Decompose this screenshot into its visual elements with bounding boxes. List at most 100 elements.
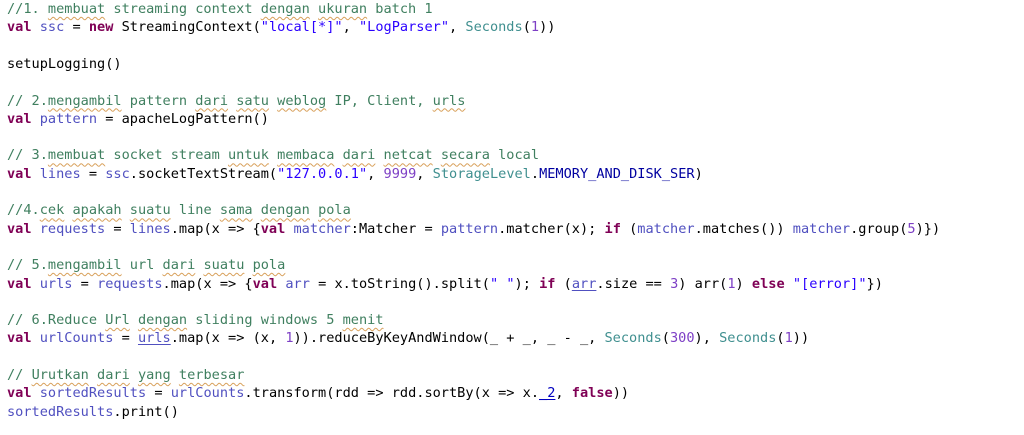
code-token: new [88, 19, 122, 36]
code-token: line [170, 202, 220, 219]
code-token: "LogParser" [358, 19, 450, 36]
code-token: // 5. [7, 257, 48, 274]
code-token: urls [39, 275, 73, 292]
code-token: )) [792, 330, 810, 347]
code-line[interactable]: val lines = ssc.socketTextStream("127.0.… [7, 165, 703, 183]
code-token: MEMORY_AND_DISK_SER [539, 165, 695, 182]
code-token: pola [318, 202, 351, 219]
code-token: val [260, 220, 294, 237]
code-token: urlCounts [39, 330, 114, 347]
code-token: pattern [440, 220, 499, 237]
code-token: ) [694, 165, 703, 182]
code-line[interactable]: // 2.mengambil pattern dari satu weblog … [7, 92, 465, 110]
code-token: mengambil [47, 92, 122, 109]
code-line[interactable]: val ssc = new StreamingContext("local[*]… [7, 18, 555, 36]
code-token: val [7, 165, 40, 182]
code-line[interactable]: // 5.mengambil url dari suatu pola [7, 256, 285, 274]
code-token: )}) [915, 220, 941, 237]
code-line[interactable]: val sortedResults = urlCounts.transform(… [7, 384, 629, 402]
code-token: pattern [121, 92, 196, 109]
code-line[interactable]: //4.cek apakah suatu line sama dengan po… [7, 201, 351, 219]
code-token: dengan [137, 312, 188, 329]
code-line[interactable]: // 6.Reduce Url dengan sliding windows 5… [7, 311, 384, 329]
code-token: val [7, 275, 40, 292]
code-token: dari [162, 257, 196, 274]
code-token: terbesar [178, 367, 245, 383]
code-token: .map(x => { [162, 275, 253, 292]
code-token: val [7, 19, 40, 36]
code-token: arr [285, 275, 310, 292]
code-token: dengan [260, 1, 310, 17]
code-token: sortedResults [39, 385, 147, 402]
code-line[interactable]: //1. membuat streaming context dengan uk… [7, 0, 433, 18]
code-token: cek [39, 202, 65, 219]
code-token: batch 1 [367, 1, 433, 17]
code-token: _2 [539, 385, 556, 402]
code-token: if [604, 220, 630, 237]
code-token: = [72, 275, 98, 292]
code-token: Seconds [604, 330, 662, 347]
code-token: Urutkan [31, 367, 89, 383]
code-token: 1 [784, 330, 793, 347]
code-token: }) [866, 275, 883, 292]
code-token: ( [563, 275, 572, 292]
code-token: , [342, 19, 359, 36]
code-token: arr [571, 275, 597, 292]
code-line[interactable]: sortedResults.print() [7, 403, 179, 421]
code-token: , [367, 165, 384, 182]
code-token: val [7, 110, 40, 127]
code-token: Seconds [719, 330, 777, 347]
code-token: dari [342, 147, 376, 164]
code-editor[interactable]: //1. membuat streaming context dengan uk… [0, 0, 1024, 435]
code-token: else [751, 275, 793, 292]
code-token: Seconds [465, 19, 523, 36]
code-token: //4. [7, 202, 40, 219]
code-token: .print() [113, 403, 179, 420]
code-token: mengambil [47, 257, 122, 274]
code-line[interactable]: val urlCounts = urls.map(x => (x, 1)).re… [7, 329, 809, 347]
code-token: if [539, 275, 564, 292]
code-token: secara [440, 147, 490, 164]
code-token: requests [39, 220, 106, 237]
code-token: ssc [105, 165, 130, 182]
code-token: netcat [383, 147, 433, 164]
code-token: )) [539, 19, 556, 36]
code-token: , [555, 385, 572, 402]
code-token: matcher [293, 220, 351, 237]
code-line[interactable]: setupLogging() [7, 55, 122, 73]
code-token: val [7, 330, 40, 347]
code-token: weblog [277, 92, 327, 109]
code-line[interactable]: val requests = lines.map(x => {val match… [7, 220, 940, 238]
code-token: sliding windows 5 [187, 312, 343, 329]
code-token: ) [735, 275, 752, 292]
code-token: socket stream [105, 147, 228, 164]
code-token: .transform(rdd => rdd.sortBy(x => x. [244, 385, 540, 402]
code-token: " " [489, 275, 515, 292]
code-line[interactable]: // 3.membuat socket stream untuk membaca… [7, 146, 539, 164]
code-token: 1 [285, 330, 294, 347]
code-token: Url [105, 312, 130, 329]
code-token: , [416, 165, 433, 182]
code-line[interactable]: // Urutkan dari yang terbesar [7, 366, 244, 384]
code-token: yang [137, 367, 171, 383]
code-token: StorageLevel [432, 165, 531, 182]
code-token: // [7, 367, 32, 383]
code-token: 300 [669, 330, 695, 347]
code-token: suatu [129, 202, 171, 219]
code-token: = [105, 220, 130, 237]
code-line[interactable]: val urls = requests.map(x => {val arr = … [7, 275, 883, 293]
code-token: .map(x => (x, [170, 330, 286, 347]
code-token: ) arr( [678, 275, 728, 292]
code-token: )).reduceByKeyAndWindow(_ + _, _ - _, [293, 330, 605, 347]
code-token: val [7, 385, 40, 402]
code-token: dari [97, 367, 130, 383]
code-line[interactable]: val pattern = apacheLogPattern() [7, 110, 269, 128]
code-token: ( [661, 330, 670, 347]
code-token: lines [129, 220, 171, 237]
code-token: matcher [792, 220, 851, 237]
